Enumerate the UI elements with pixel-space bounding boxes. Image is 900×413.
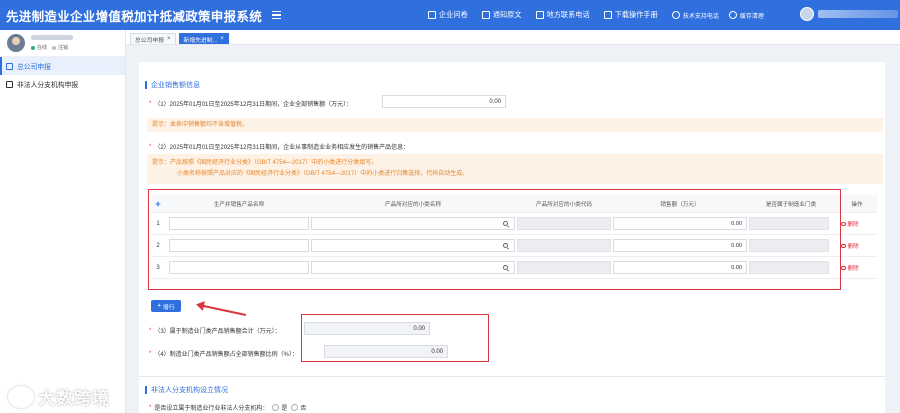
phone-icon: [671, 11, 680, 19]
delete-icon: [841, 221, 846, 227]
tab-new-declaration[interactable]: 新增先进制... ×: [178, 33, 229, 44]
question-total-sales: * （1）2025年01月01日至2025年12月31日期间，企业全部销售额（万…: [149, 100, 353, 109]
download-icon: [603, 11, 612, 19]
user-name-blurred: [818, 10, 898, 18]
avatar: [800, 7, 814, 21]
profile-avatar: [7, 34, 25, 52]
nav-label: 技术支持电话: [682, 13, 719, 20]
status-online: 在线: [37, 45, 48, 51]
col-action: 操作: [851, 201, 863, 208]
tip-classification: 提示：产品按照《国民经济行业分类》（GB/T 4754—2017）中的小类进行分…: [147, 154, 883, 184]
radio-no-label: 否: [300, 406, 307, 412]
highlight-box-table: [148, 189, 841, 290]
form-icon: [6, 80, 13, 88]
profile: 在线 注销: [0, 30, 125, 57]
menu-toggle-icon[interactable]: [272, 11, 282, 19]
logout-dot-icon: [52, 45, 57, 50]
section-title-branch: 非法人分支机构设立情况: [145, 385, 228, 395]
radio-yes[interactable]: [272, 404, 280, 411]
plus-icon: +: [157, 303, 161, 309]
nav-tech-support[interactable]: 技术支持电话: [671, 11, 719, 20]
form-icon: [6, 62, 13, 70]
question-manufacturing-ratio: * （4）制造业门类产品销售额占全部销售额比例（%）：: [149, 350, 299, 359]
question-branch: * 是否设立属于制造业行业非法人分支机构： 是 否: [149, 404, 307, 412]
sidebar-item-branch-declaration[interactable]: 非法人分支机构申报: [0, 75, 125, 93]
sidebar-item-label: 非法人分支机构申报: [17, 82, 79, 89]
nav-label: 下载操作手册: [614, 10, 658, 19]
watermark: 大数跨境: [8, 384, 110, 409]
nav-label: 地方联系电话: [546, 10, 590, 19]
watermark-logo-icon: [8, 385, 34, 408]
sidebar-item-label: 总公司申报: [17, 64, 51, 71]
profile-name-blurred: [31, 35, 73, 40]
add-row-button[interactable]: + 增行: [151, 300, 181, 312]
radio-yes-label: 是: [281, 406, 288, 412]
megaphone-icon: [481, 11, 490, 19]
tab-bar: 总公司申报 × 新增先进制... ×: [126, 30, 900, 45]
tip-no-vat: 提示：本表中销售额均不含增值税。: [147, 118, 883, 132]
phone-icon: [535, 11, 544, 19]
divider: [139, 376, 885, 377]
user-menu[interactable]: [800, 7, 898, 21]
annotation-arrow: [198, 304, 247, 316]
logout-link[interactable]: 注销: [58, 44, 68, 51]
delete-button[interactable]: 删除: [841, 264, 859, 272]
cache-clear-icon: [728, 11, 737, 19]
top-header: 先进制造业企业增值税加计抵减政策申报系统 企业问卷 通知原文 地方联系电话 下载…: [0, 0, 900, 30]
nav-notice[interactable]: 通知原文: [481, 10, 522, 20]
nav-label: 企业问卷: [439, 10, 468, 19]
online-dot-icon: [31, 45, 35, 50]
sidebar-item-hq-declaration[interactable]: 总公司申报: [0, 57, 125, 75]
nav-label: 缓存清理: [739, 13, 764, 20]
nav-questionnaire[interactable]: 企业问卷: [428, 10, 468, 20]
main-content: 企业销售额信息 * （1）2025年01月01日至2025年12月31日期间，企…: [139, 62, 885, 413]
nav-download-manual[interactable]: 下载操作手册: [603, 10, 658, 20]
nav-cache-clear[interactable]: 缓存清理: [728, 11, 764, 20]
app-title: 先进制造业企业增值税加计抵减政策申报系统: [6, 9, 263, 24]
close-icon[interactable]: ×: [167, 36, 171, 42]
section-title-sales: 企业销售额信息: [145, 80, 200, 90]
top-nav: 企业问卷 通知原文 地方联系电话 下载操作手册 技术支持电话 缓存清理: [428, 0, 774, 30]
tab-hq-declaration[interactable]: 总公司申报 ×: [130, 33, 176, 44]
question-manufacturing-total: * （3）属于制造业门类产品销售额合计（万元）：: [149, 327, 281, 336]
nav-local-phone[interactable]: 地方联系电话: [535, 10, 590, 20]
total-sales-input[interactable]: 0.00: [382, 95, 506, 108]
document-icon: [428, 11, 436, 19]
delete-button[interactable]: 删除: [841, 220, 859, 228]
sidebar: 在线 注销 总公司申报 非法人分支机构申报: [0, 30, 126, 413]
delete-icon: [841, 265, 846, 271]
radio-no[interactable]: [291, 404, 299, 411]
nav-label: 通知原文: [492, 10, 522, 19]
delete-icon: [841, 243, 846, 249]
question-products: * （2）2025年01月01日至2025年12月31日期间，企业从事制造业业务…: [149, 143, 410, 152]
delete-button[interactable]: 删除: [841, 242, 859, 250]
close-icon[interactable]: ×: [220, 36, 224, 42]
highlight-box-totals: [301, 314, 489, 362]
